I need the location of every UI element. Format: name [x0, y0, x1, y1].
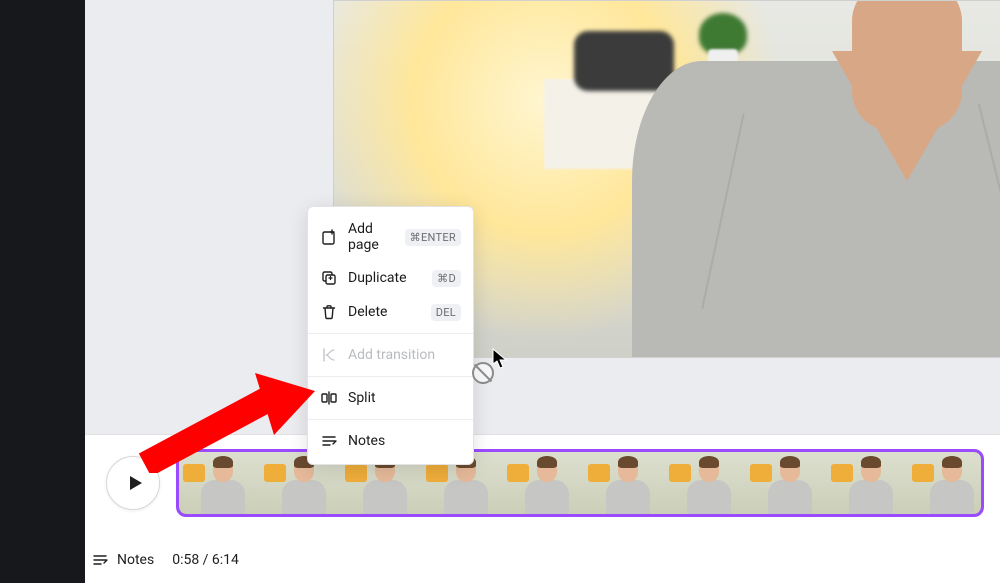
trash-icon — [320, 303, 338, 321]
menu-separator — [308, 333, 473, 334]
duplicate-icon — [320, 269, 338, 287]
menu-label: Split — [348, 390, 461, 406]
transition-icon — [320, 346, 338, 364]
notes-icon — [91, 551, 109, 569]
menu-shortcut: ⌘ENTER — [405, 229, 461, 246]
notes-icon — [320, 432, 338, 450]
menu-separator — [308, 419, 473, 420]
menu-separator — [308, 376, 473, 377]
menu-notes[interactable]: Notes — [308, 424, 473, 458]
notes-button[interactable]: Notes — [91, 551, 154, 569]
page-context-menu: Add page ⌘ENTER Duplicate ⌘D Delete DEL … — [307, 206, 474, 465]
time-display: 0:58 / 6:14 — [172, 552, 239, 568]
split-icon — [320, 389, 338, 407]
menu-duplicate[interactable]: Duplicate ⌘D — [308, 261, 473, 295]
menu-label: Notes — [348, 433, 461, 449]
annotation-arrow — [137, 355, 322, 477]
add-page-icon — [320, 228, 338, 246]
menu-shortcut: ⌘D — [432, 270, 461, 287]
menu-label: Add transition — [348, 347, 461, 363]
side-panel — [0, 0, 85, 583]
not-allowed-icon — [472, 362, 494, 384]
bottom-bar: Notes 0:58 / 6:14 — [85, 540, 1000, 580]
menu-label: Duplicate — [348, 270, 422, 286]
menu-label: Add page — [348, 221, 395, 253]
menu-shortcut: DEL — [431, 304, 461, 321]
notes-label: Notes — [117, 552, 154, 568]
menu-label: Delete — [348, 304, 421, 320]
menu-add-transition: Add transition — [308, 338, 473, 372]
menu-delete[interactable]: Delete DEL — [308, 295, 473, 329]
menu-split[interactable]: Split — [308, 381, 473, 415]
menu-add-page[interactable]: Add page ⌘ENTER — [308, 213, 473, 261]
cursor-icon — [492, 348, 508, 374]
